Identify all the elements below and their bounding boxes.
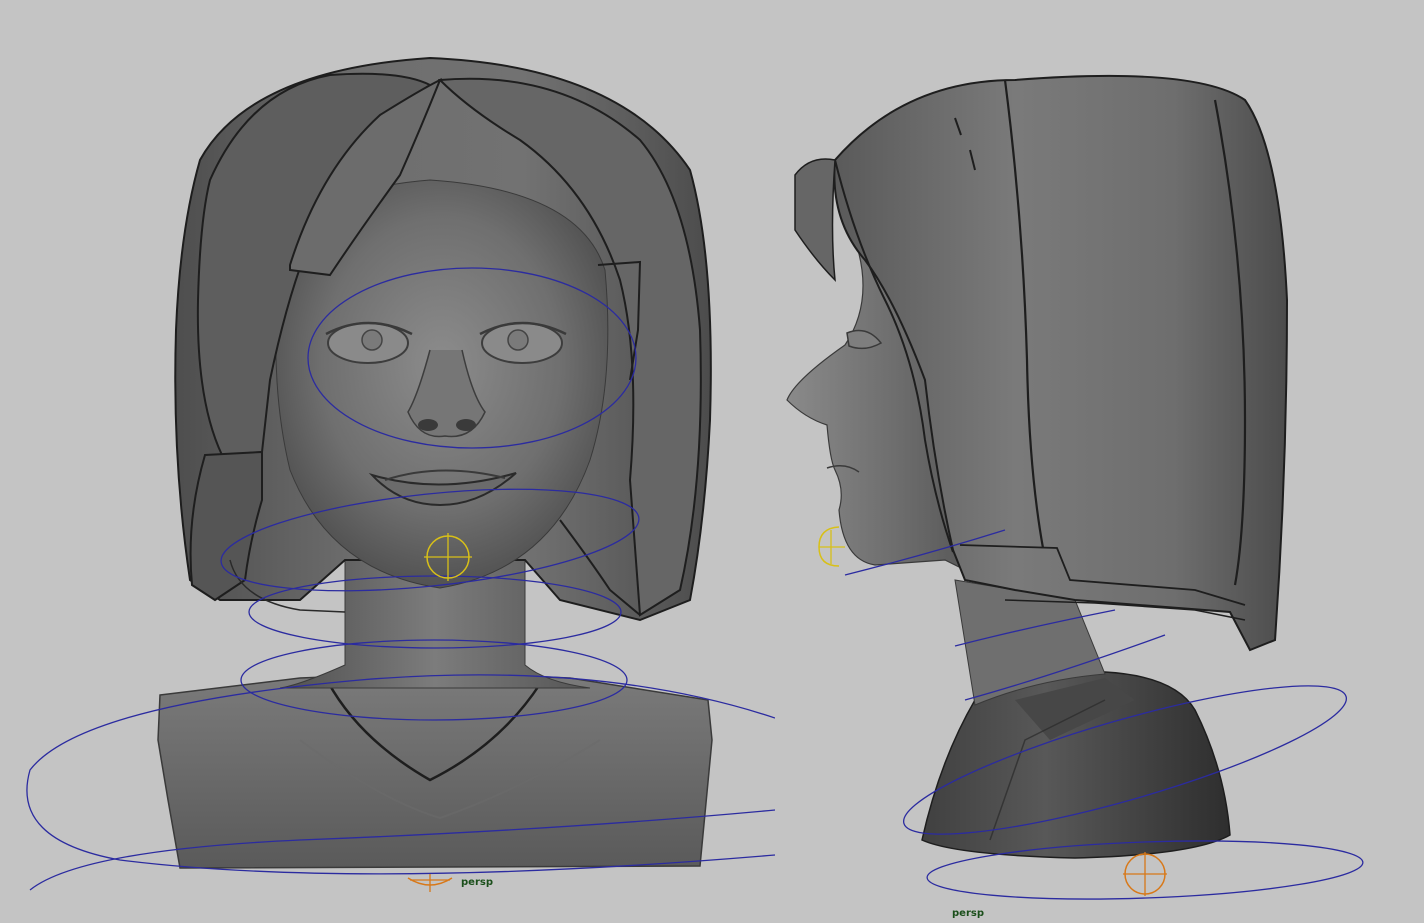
root-locator[interactable] [407,874,453,892]
front-viewport[interactable]: persp [0,0,775,923]
side-chin-locator[interactable] [818,526,845,567]
side-root-locator[interactable] [1123,852,1167,896]
side-model-view[interactable] [775,0,1424,923]
front-model-view[interactable] [0,0,775,923]
side-camera-label: persp [952,908,984,919]
front-camera-label: persp [461,877,493,888]
front-bust [157,675,713,869]
side-viewport[interactable]: persp [775,0,1424,923]
